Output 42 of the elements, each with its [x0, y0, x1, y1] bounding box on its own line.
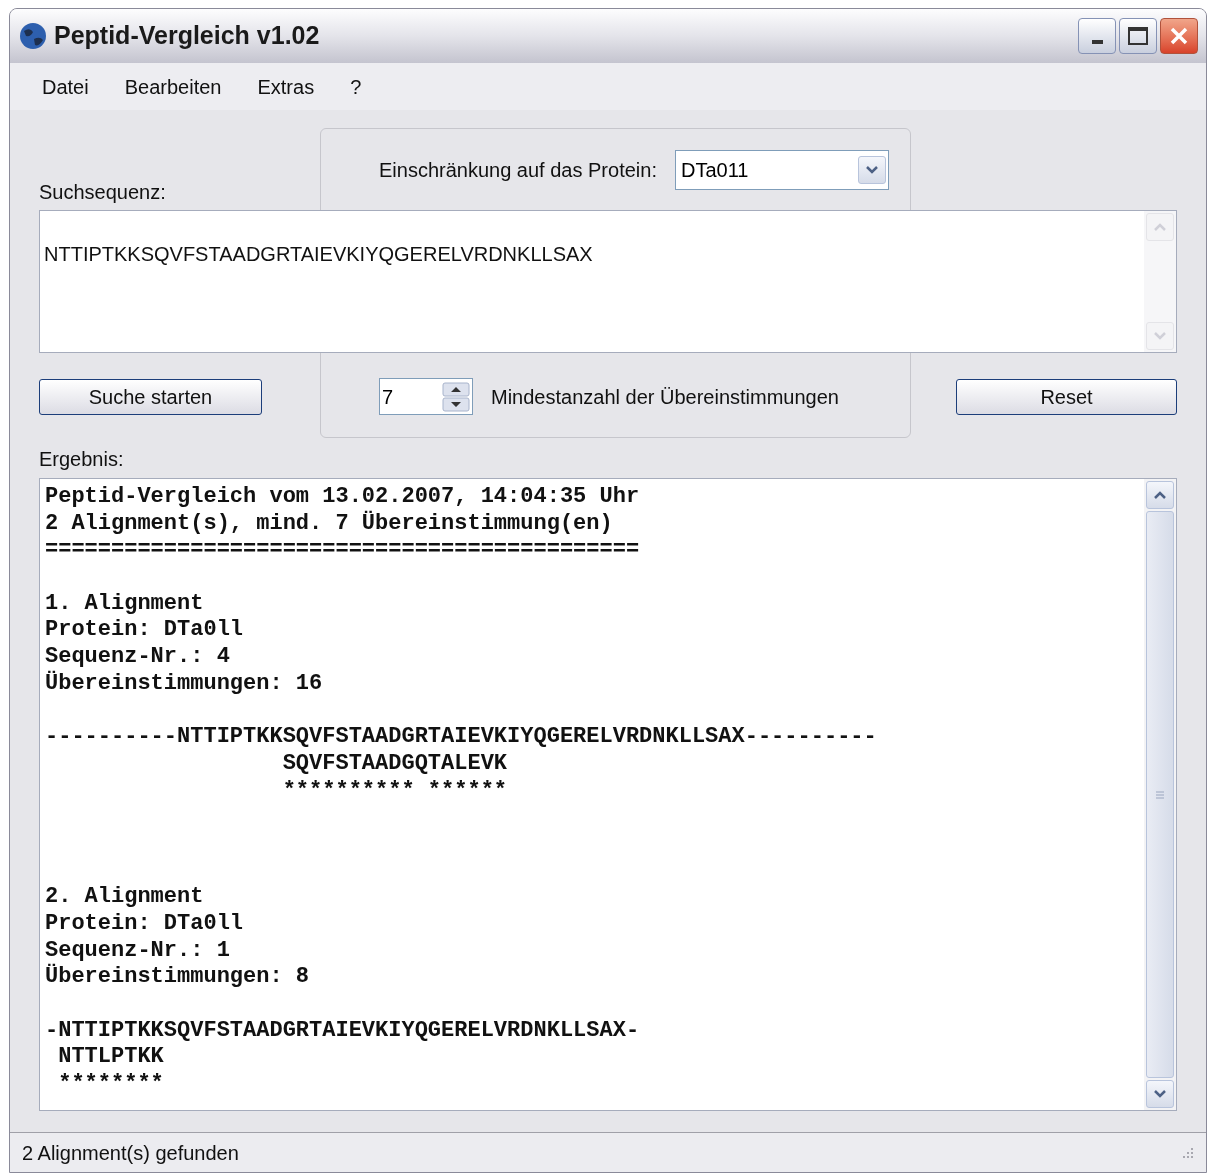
- result-line: 1. Alignment: [45, 590, 205, 618]
- result-line: Peptid-Vergleich vom 13.02.2007, 14:04:35 Uhr: [45, 484, 641, 510]
- scrollbar-thumb[interactable]: [1146, 511, 1174, 1078]
- result-line: 2 Alignment(s), mind. 7 Übereinstimmung(en): [45, 510, 614, 538]
- close-button[interactable]: [1160, 18, 1198, 54]
- result-label: Ergebnis:: [39, 447, 124, 472]
- min-matches-label: Mindestanzahl der Übereinstimmungen: [491, 384, 839, 410]
- window-title: Peptid-Vergleich v1.02: [54, 20, 321, 52]
- result-line: Sequenz-Nr.: 1: [45, 937, 231, 963]
- scroll-down-icon[interactable]: [1146, 1080, 1174, 1108]
- scroll-up-icon[interactable]: [1146, 481, 1174, 509]
- search-label: Suchsequenz:: [39, 180, 166, 205]
- menu-item[interactable]: Datei: [24, 71, 107, 102]
- result-line: Übereinstimmungen: 8: [45, 964, 311, 992]
- close-icon: [1169, 26, 1189, 46]
- min-matches-spinner[interactable]: 7: [379, 378, 473, 415]
- globe-icon: [18, 21, 48, 51]
- result-line: 2. Alignment: [45, 884, 205, 911]
- maximize-button[interactable]: [1119, 18, 1157, 54]
- menu-item[interactable]: Bearbeiten: [106, 71, 240, 102]
- minimize-button[interactable]: [1078, 18, 1116, 54]
- search-start-button[interactable]: Suche starten: [39, 378, 262, 415]
- result-line: Übereinstimmungen: 16: [45, 670, 324, 698]
- result-line: Sequenz-Nr.: 4: [45, 644, 231, 670]
- result-line: =============================================: [45, 537, 641, 565]
- result-line: Protein: DTa0ll: [45, 911, 245, 938]
- result-line: Protein: DTa0ll: [45, 617, 245, 645]
- result-line: ********** ******: [281, 777, 509, 805]
- reset-button[interactable]: Reset: [956, 378, 1177, 415]
- status-text: 2 Alignment(s) gefunden: [22, 1140, 239, 1166]
- result-line: NTTLPTKK: [57, 1044, 165, 1072]
- result-line: ----------NTTIPTKKSQVFSTAADGRTAIEVKIYQGERELVRDNKLLSAX----------: [45, 724, 878, 751]
- protein-dropdown[interactable]: DTa011: [674, 150, 889, 190]
- spinner-arrows-icon[interactable]: [442, 381, 470, 412]
- menu-item[interactable]: ?: [332, 71, 380, 102]
- protein-label: Einschränkung auf das Protein:: [379, 158, 657, 183]
- grip-icon: [1155, 789, 1165, 800]
- result-line: SQVFSTAADGQTALEVK: [281, 750, 509, 778]
- result-text-area[interactable]: [39, 478, 1177, 1111]
- result-line: -NTTIPTKKSQVFSTAADGRTAIEVKIYQGERELVRDNKLLSAX-: [45, 1017, 641, 1045]
- menu-item[interactable]: Extras: [239, 71, 333, 102]
- result-line: ********: [57, 1071, 165, 1098]
